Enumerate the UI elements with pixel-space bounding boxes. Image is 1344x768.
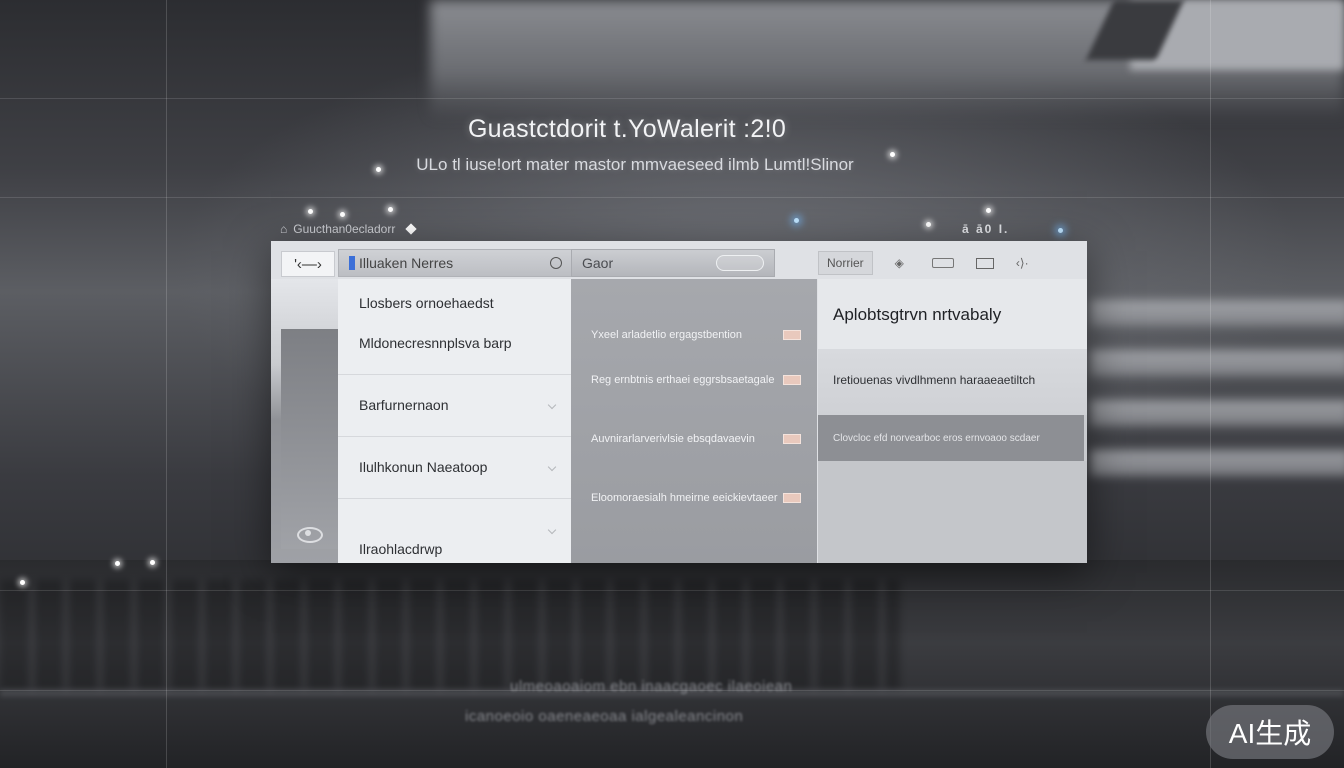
diamond-icon[interactable]: ◈ [895,256,904,270]
color-swatch [783,330,801,340]
background-shelf [1090,350,1344,376]
navigation-list: Llosbers ornoehaedst Mldonecresnnplsva b… [338,279,571,563]
background-shelf [1090,400,1344,426]
chevron-down-icon [547,400,557,409]
tab-color-marker [349,256,355,270]
sparkle [115,561,120,566]
left-rail [271,279,338,563]
chevron-down-icon [547,462,557,471]
back-forward-icon[interactable]: ‹⟩· [1016,256,1029,270]
grid-line [0,197,1344,198]
app-window: '‹—› Illuaken Nerres Gaor Norrier ◈ ‹⟩· … [271,241,1087,563]
info-empty-area [818,461,1087,563]
ai-generated-badge: AI生成 [1206,705,1334,759]
detail-row-label: Yxeel arladetlio ergagstbention [591,329,743,341]
detail-row-label: Eloomoraesialh hmeirne eeickievtaeer [591,492,778,504]
left-rail-panel [281,329,338,549]
detail-row[interactable]: Eloomoraesialh hmeirne eeickievtaeer [591,492,801,504]
search-bar[interactable]: Gaor [571,249,775,277]
detail-row[interactable]: Yxeel arladetlio ergagstbention [591,329,801,341]
eye-icon[interactable] [297,527,323,543]
info-title: Aplobtsgtrvn nrtvabaly [833,305,1002,324]
detail-list: Yxeel arladetlio ergagstbention Reg ernb… [571,279,817,563]
sparkle [388,207,393,212]
background-keyboard [0,580,900,690]
info-description: Iretiouenas vivdlhmenn haraaeaetiltch [833,373,1036,387]
sparkle [20,580,25,585]
sparkle [308,209,313,214]
sparkle [794,218,799,223]
header-toolbar: Norrier ◈ ‹⟩· [818,249,1081,277]
diamond-icon [405,223,417,235]
sparkle [1058,228,1063,233]
detail-row[interactable]: Auvnirarlarverivlsie ebsqdavaevin [591,433,801,445]
sparkle [926,222,931,227]
list-item-label: Llosbers ornoehaedst [359,295,494,311]
background-shelf [1090,300,1344,326]
window-caption: ⌂ Guucthan0ecladorr [280,222,417,236]
detail-row[interactable]: Reg ernbtnis erthaei eggrsbsaetagale [591,374,801,386]
sparkle [150,560,155,565]
grid-line [0,590,1344,591]
header-left-label: Illuaken Nerres [359,255,454,271]
header-right-label[interactable]: Norrier [818,251,873,275]
search-toggle[interactable] [716,255,764,271]
list-item[interactable]: Ilraohlacdrwp [338,499,571,563]
header-tab-left[interactable]: Illuaken Nerres [338,249,573,277]
list-item[interactable]: Ilulhkonun Naeatoop [338,437,571,499]
color-swatch [783,375,801,385]
sparkle [986,208,991,213]
background-blur-text: icanoeoio oaeneaeoaa ialgealeancinon [465,708,744,725]
background-shelf [1090,450,1344,476]
chevron-down-icon [547,525,557,535]
detail-row-label: Reg ernbtnis erthaei eggrsbsaetagale [591,374,775,386]
back-forward-button[interactable]: '‹—› [281,251,335,277]
settings-icon[interactable] [550,257,562,269]
list-item[interactable]: Mldonecresnnplsva barp [338,335,571,375]
list-item-label: Ilulhkonun Naeatoop [359,459,488,475]
page-subtitle: ULo tl iuse!ort mater mastor mmvaeseed i… [416,155,854,174]
list-item-label: Ilraohlacdrwp [359,541,443,557]
box-icon[interactable] [975,257,994,269]
sparkle [340,212,345,217]
tag-icon[interactable] [931,258,954,268]
app-icon: ⌂ [280,222,288,236]
list-item[interactable]: Llosbers ornoehaedst [338,295,571,321]
info-panel: Aplobtsgtrvn nrtvabaly Iretiouenas vivdl… [818,279,1087,563]
grid-line [0,98,1344,99]
window-controls-text: ā ā0 I. [962,222,1010,236]
search-label: Gaor [582,255,614,271]
list-item[interactable]: Barfurnernaon [338,375,571,437]
color-swatch [783,434,801,444]
background-blur-text: ulmeoaoaiom ebn inaacgaoec ilaeoiean [510,678,793,695]
page-title: Guastctdorit t.YoWalerit :2!0 [467,115,787,143]
window-caption-text: Guucthan0ecladorr [293,222,396,236]
detail-row-label: Auvnirarlarverivlsie ebsqdavaevin [591,433,755,445]
selected-row-label: Clovcloc efd norvearboc eros ernvoaoo sc… [833,433,1040,444]
list-item-label: Barfurnernaon [359,397,449,413]
list-item-label: Mldonecresnnplsva barp [359,335,512,351]
color-swatch [783,493,801,503]
